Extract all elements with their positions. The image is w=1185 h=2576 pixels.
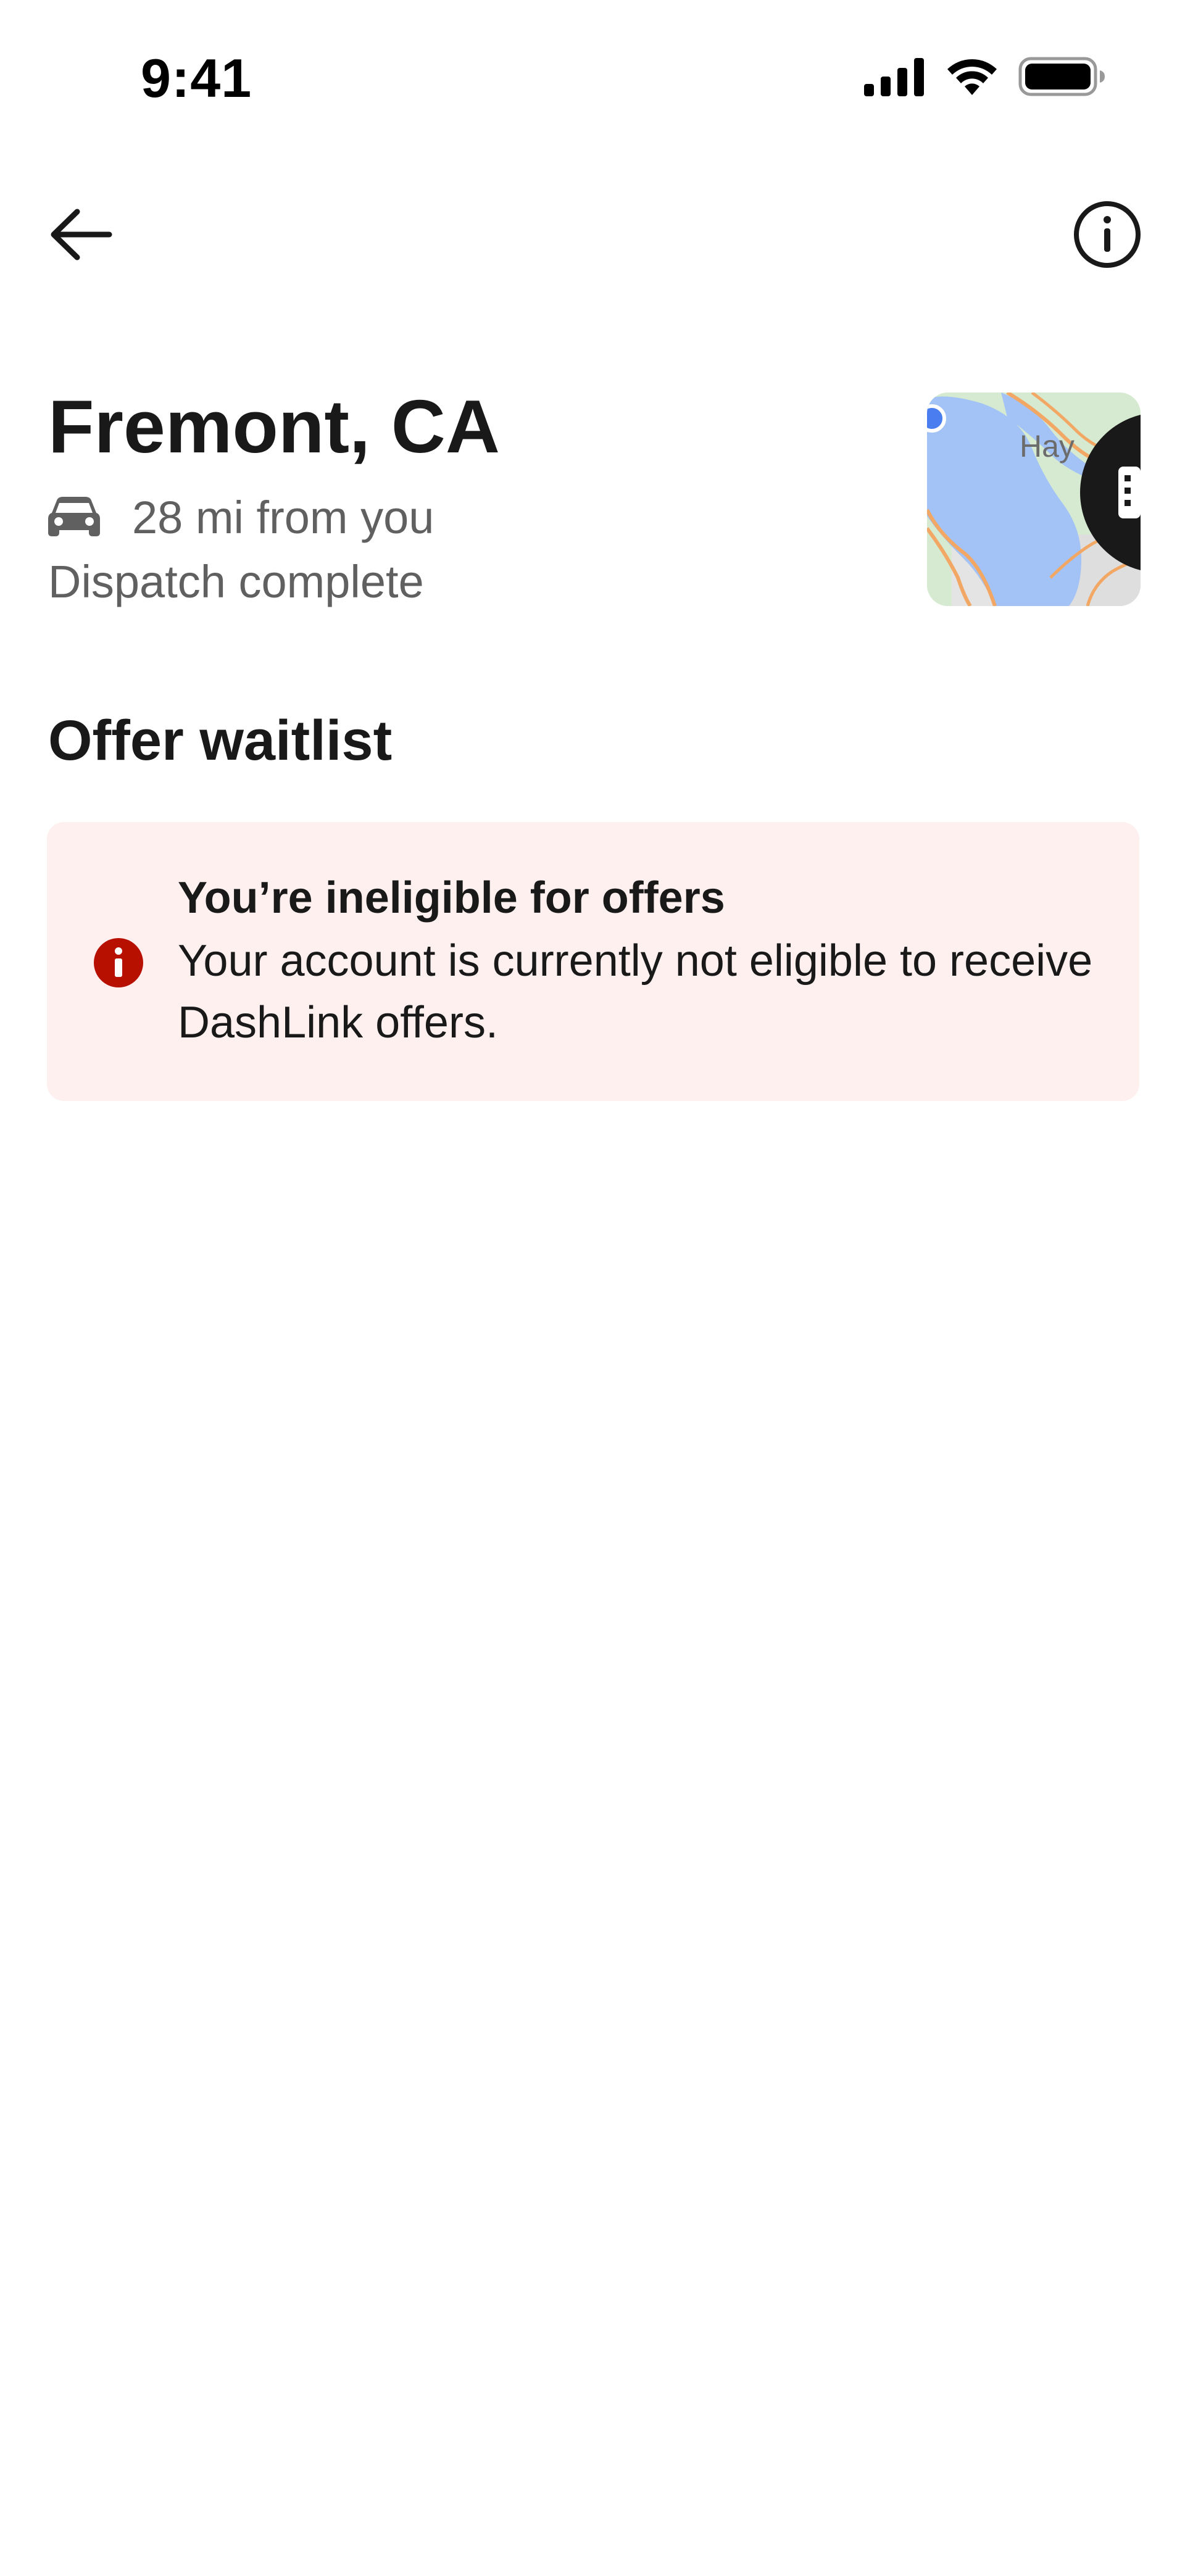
status-time: 9:41 <box>141 48 252 109</box>
car-icon <box>48 495 100 539</box>
dispatch-status: Dispatch complete <box>48 556 424 607</box>
home-indicator[interactable] <box>431 2545 754 2556</box>
map-place-label: Hay <box>1020 429 1075 463</box>
wifi-icon <box>947 59 997 95</box>
screen: 9:41 Fremont, CA 28 mi from you Dispatch… <box>0 0 1185 2576</box>
back-button[interactable] <box>44 197 118 272</box>
distance-row: 28 mi from you <box>48 488 850 547</box>
status-bar: 9:41 <box>0 0 1185 148</box>
alert-title: You’re ineligible for offers <box>178 873 725 923</box>
ineligible-alert: You’re ineligible for offers Your accoun… <box>47 822 1139 1101</box>
status-icons <box>864 57 1106 96</box>
distance-text: 28 mi from you <box>132 491 434 543</box>
location-header: Fremont, CA 28 mi from you Dispatch comp… <box>48 389 850 608</box>
cellular-signal-icon <box>864 58 924 96</box>
arrow-left-icon <box>51 209 112 260</box>
alert-body: Your account is currently not eligible t… <box>178 936 1093 1047</box>
battery-icon <box>1018 57 1105 96</box>
map-thumbnail[interactable]: Hay <box>927 393 1141 606</box>
section-title: Offer waitlist <box>48 709 393 772</box>
error-info-icon <box>94 938 143 987</box>
nav-bar <box>0 185 1185 278</box>
location-title: Fremont, CA <box>48 384 500 468</box>
alert-content: You’re ineligible for offers Your accoun… <box>178 871 1104 1053</box>
info-circle-icon <box>1074 201 1141 268</box>
info-button[interactable] <box>1069 196 1146 273</box>
